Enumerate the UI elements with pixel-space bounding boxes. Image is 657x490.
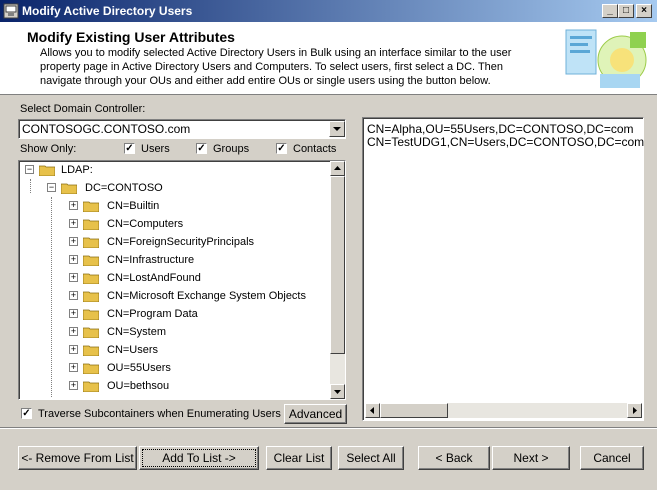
tree-item-label: CN=ForeignSecurityPrincipals bbox=[107, 236, 255, 248]
arrow-up-icon bbox=[334, 166, 341, 170]
scroll-thumb[interactable] bbox=[330, 176, 345, 354]
folder-icon bbox=[83, 219, 99, 230]
close-icon: × bbox=[641, 5, 647, 16]
page-description: Allows you to modify selected Active Dir… bbox=[40, 47, 512, 87]
folder-icon bbox=[83, 345, 99, 356]
tree-item-label: CN=Users bbox=[107, 344, 159, 356]
folder-icon bbox=[83, 363, 99, 374]
show-only-label: Show Only: bbox=[20, 143, 77, 155]
tree-item-label: CN=System bbox=[107, 326, 166, 338]
users-checkbox[interactable]: ✓ bbox=[124, 143, 135, 154]
app-icon[interactable] bbox=[3, 3, 19, 19]
folder-icon bbox=[83, 237, 99, 248]
scroll-up-button[interactable] bbox=[330, 161, 345, 176]
traverse-subcontainers-checkbox[interactable]: ✓ bbox=[21, 408, 32, 419]
tree-item-label: CN=Microsoft Exchange System Objects bbox=[107, 290, 306, 302]
dropdown-button[interactable] bbox=[329, 121, 345, 137]
expand-icon[interactable]: + bbox=[69, 237, 78, 246]
advanced-button[interactable]: Advanced bbox=[284, 404, 347, 424]
tree-item-label: LDAP: bbox=[61, 164, 93, 176]
expand-icon[interactable]: + bbox=[69, 381, 78, 390]
expand-icon[interactable]: + bbox=[69, 201, 78, 210]
groups-checkbox-label: Groups bbox=[213, 143, 250, 155]
next-button[interactable]: Next > bbox=[492, 446, 570, 470]
domain-controller-label: Select Domain Controller: bbox=[20, 103, 146, 115]
remove-from-list-button[interactable]: <- Remove From List bbox=[18, 446, 137, 470]
folder-icon bbox=[83, 273, 99, 284]
expand-icon[interactable]: + bbox=[69, 327, 78, 336]
maximize-icon: □ bbox=[622, 5, 630, 16]
expand-icon[interactable]: + bbox=[69, 219, 78, 228]
folder-icon bbox=[61, 183, 77, 194]
folder-icon bbox=[83, 309, 99, 320]
tree-item-label: OU=bethsou bbox=[107, 380, 170, 392]
traverse-subcontainers-label: Traverse Subcontainers when Enumerating … bbox=[38, 408, 281, 420]
tree-item-label: CN=Computers bbox=[107, 218, 184, 230]
footer-separator bbox=[0, 427, 657, 429]
expand-icon[interactable]: + bbox=[69, 363, 78, 372]
minimize-icon: _ bbox=[607, 5, 613, 16]
scroll-down-button[interactable] bbox=[330, 384, 345, 399]
folder-icon bbox=[83, 327, 99, 338]
collapse-icon[interactable]: − bbox=[25, 165, 34, 174]
expand-icon[interactable]: + bbox=[69, 255, 78, 264]
add-to-list-button[interactable]: Add To List -> bbox=[139, 446, 259, 470]
collapse-icon[interactable]: − bbox=[47, 183, 56, 192]
expand-icon[interactable]: + bbox=[69, 273, 78, 282]
page-title: Modify Existing User Attributes bbox=[27, 29, 235, 45]
tree-item-label: CN=Infrastructure bbox=[107, 254, 195, 266]
window-title: Modify Active Directory Users bbox=[22, 4, 193, 18]
folder-icon bbox=[83, 381, 99, 392]
chevron-down-icon bbox=[333, 127, 341, 131]
clear-list-button[interactable]: Clear List bbox=[266, 446, 332, 470]
expand-icon[interactable]: + bbox=[69, 345, 78, 354]
arrow-left-icon bbox=[370, 407, 374, 414]
horizontal-scroll-thumb[interactable] bbox=[380, 403, 448, 418]
tree-item-label: CN=Program Data bbox=[107, 308, 198, 320]
list-item[interactable]: CN=Alpha,OU=55Users,DC=CONTOSO,DC=com bbox=[367, 122, 634, 136]
contacts-checkbox-label: Contacts bbox=[293, 143, 337, 155]
expand-icon[interactable]: + bbox=[69, 291, 78, 300]
expand-icon[interactable]: + bbox=[69, 309, 78, 318]
cancel-button[interactable]: Cancel bbox=[580, 446, 644, 470]
tree-item-label: CN=Builtin bbox=[107, 200, 160, 212]
contacts-checkbox[interactable]: ✓ bbox=[276, 143, 287, 154]
tree-item-label: CN=LostAndFound bbox=[107, 272, 201, 284]
arrow-right-icon bbox=[633, 407, 637, 414]
select-all-button[interactable]: Select All bbox=[338, 446, 404, 470]
folder-icon bbox=[83, 201, 99, 212]
arrow-down-icon bbox=[334, 390, 341, 394]
tree-item-label: OU=55Users bbox=[107, 362, 171, 374]
folder-icon bbox=[39, 165, 55, 176]
wizard-graphic-icon bbox=[560, 24, 650, 92]
scroll-left-button[interactable] bbox=[365, 403, 380, 418]
tree-item-label: DC=CONTOSO bbox=[85, 182, 163, 194]
ou-tree-view[interactable]: − LDAP: − DC=CONTOSO + CN=Builtin + CN=C… bbox=[18, 160, 346, 400]
maximize-button[interactable]: □ bbox=[618, 4, 634, 18]
groups-checkbox[interactable]: ✓ bbox=[196, 143, 207, 154]
selected-objects-list[interactable] bbox=[362, 117, 644, 421]
minimize-button[interactable]: _ bbox=[602, 4, 618, 18]
folder-icon bbox=[83, 255, 99, 266]
domain-controller-value: CONTOSOGC.CONTOSO.com bbox=[22, 122, 191, 136]
users-checkbox-label: Users bbox=[141, 143, 170, 155]
back-button[interactable]: < Back bbox=[418, 446, 490, 470]
scroll-right-button[interactable] bbox=[627, 403, 642, 418]
list-item[interactable]: CN=TestUDG1,CN=Users,DC=CONTOSO,DC=com bbox=[367, 135, 644, 149]
folder-icon bbox=[83, 291, 99, 302]
close-button[interactable]: × bbox=[636, 4, 652, 18]
